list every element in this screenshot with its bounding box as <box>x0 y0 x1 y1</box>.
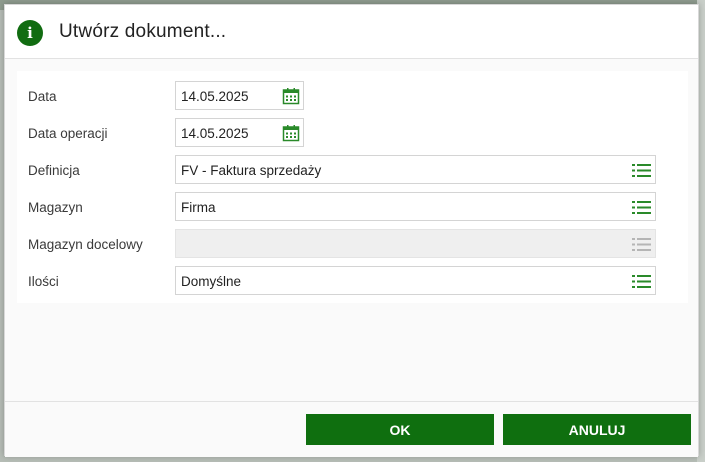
field-label: Magazyn <box>28 200 83 215</box>
list-icon[interactable] <box>632 201 651 214</box>
operation-date-value: 14.05.2025 <box>181 126 249 141</box>
row-warehouse: Magazyn Firma <box>17 192 688 222</box>
row-target-warehouse: Magazyn docelowy <box>17 229 688 259</box>
operation-date-field[interactable]: 14.05.2025 <box>175 118 304 147</box>
form-panel: Data 14.05.2025 Data operacji 14.05.2025… <box>17 71 688 303</box>
list-icon <box>632 238 651 251</box>
date-value: 14.05.2025 <box>181 89 249 104</box>
dialog-header: i Utwórz dokument... <box>5 5 698 59</box>
date-field[interactable]: 14.05.2025 <box>175 81 304 110</box>
field-label: Magazyn docelowy <box>28 237 143 252</box>
field-label: Data <box>28 89 57 104</box>
quantities-value: Domyślne <box>181 274 242 289</box>
list-icon[interactable] <box>632 275 651 288</box>
quantities-field[interactable]: Domyślne <box>175 266 656 295</box>
warehouse-field[interactable]: Firma <box>175 192 656 221</box>
row-definition: Definicja FV - Faktura sprzedaży <box>17 155 688 185</box>
dialog-footer: OK ANULUJ <box>5 401 698 457</box>
field-label: Ilości <box>28 274 59 289</box>
definition-value: FV - Faktura sprzedaży <box>181 163 322 178</box>
warehouse-value: Firma <box>181 200 216 215</box>
row-operation-date: Data operacji 14.05.2025 <box>17 118 688 148</box>
info-icon: i <box>17 20 43 46</box>
row-data: Data 14.05.2025 <box>17 81 688 111</box>
create-document-dialog: i Utwórz dokument... Data 14.05.2025 Dat… <box>4 4 699 457</box>
row-quantities: Ilości Domyślne <box>17 266 688 296</box>
list-icon[interactable] <box>632 164 651 177</box>
calendar-icon[interactable] <box>282 87 300 105</box>
target-warehouse-field <box>175 229 656 258</box>
field-label: Data operacji <box>28 126 108 141</box>
cancel-button[interactable]: ANULUJ <box>503 414 691 445</box>
dialog-title: Utwórz dokument... <box>59 21 227 42</box>
field-label: Definicja <box>28 163 80 178</box>
definition-field[interactable]: FV - Faktura sprzedaży <box>175 155 656 184</box>
calendar-icon[interactable] <box>282 124 300 142</box>
ok-button[interactable]: OK <box>306 414 494 445</box>
